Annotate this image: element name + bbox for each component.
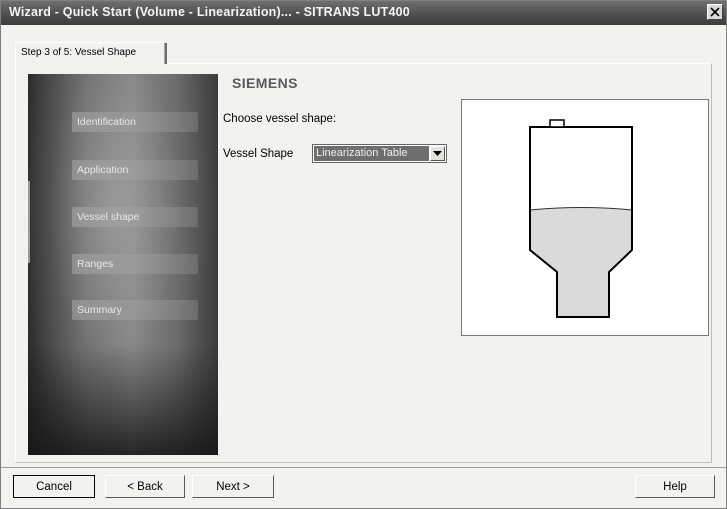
sidebar-item-vessel-shape: Vessel shape <box>72 207 198 227</box>
sidebar-item-ranges: Ranges <box>72 254 198 274</box>
vessel-shape-selected-value[interactable]: Linearization Table <box>314 146 429 161</box>
sidebar-progress-line <box>28 181 30 263</box>
vessel-nozzle <box>549 119 565 128</box>
window-title: Wizard - Quick Start (Volume - Lineariza… <box>9 5 410 19</box>
cancel-button[interactable]: Cancel <box>13 475 95 498</box>
dropdown-button[interactable] <box>430 146 445 161</box>
footer-divider <box>1 467 726 468</box>
back-button[interactable]: < Back <box>105 475 185 498</box>
vessel-shape-select[interactable]: Linearization Table <box>312 144 447 163</box>
tab-vessel-shape[interactable]: Step 3 of 5: Vessel Shape <box>15 42 165 64</box>
title-bar[interactable]: Wizard - Quick Start (Volume - Lineariza… <box>1 1 726 25</box>
wizard-window: Wizard - Quick Start (Volume - Lineariza… <box>0 0 727 509</box>
close-button[interactable] <box>707 4 723 20</box>
help-button[interactable]: Help <box>635 475 715 498</box>
sidebar-item-application: Application <box>72 160 198 180</box>
sidebar-item-identification: Identification <box>72 112 198 132</box>
vessel-shape-prompt: Choose vessel shape: <box>223 113 337 125</box>
vessel-shape-preview <box>461 99 709 336</box>
siemens-logo: SIEMENS <box>232 75 298 91</box>
vessel-diagram <box>529 119 633 318</box>
vessel-shape-label: Vessel Shape <box>223 148 294 160</box>
wizard-step-sidebar: Identification Application Vessel shape … <box>28 74 218 455</box>
tab-divider <box>165 43 167 64</box>
next-button[interactable]: Next > <box>192 475 274 498</box>
sidebar-item-summary: Summary <box>72 300 198 320</box>
